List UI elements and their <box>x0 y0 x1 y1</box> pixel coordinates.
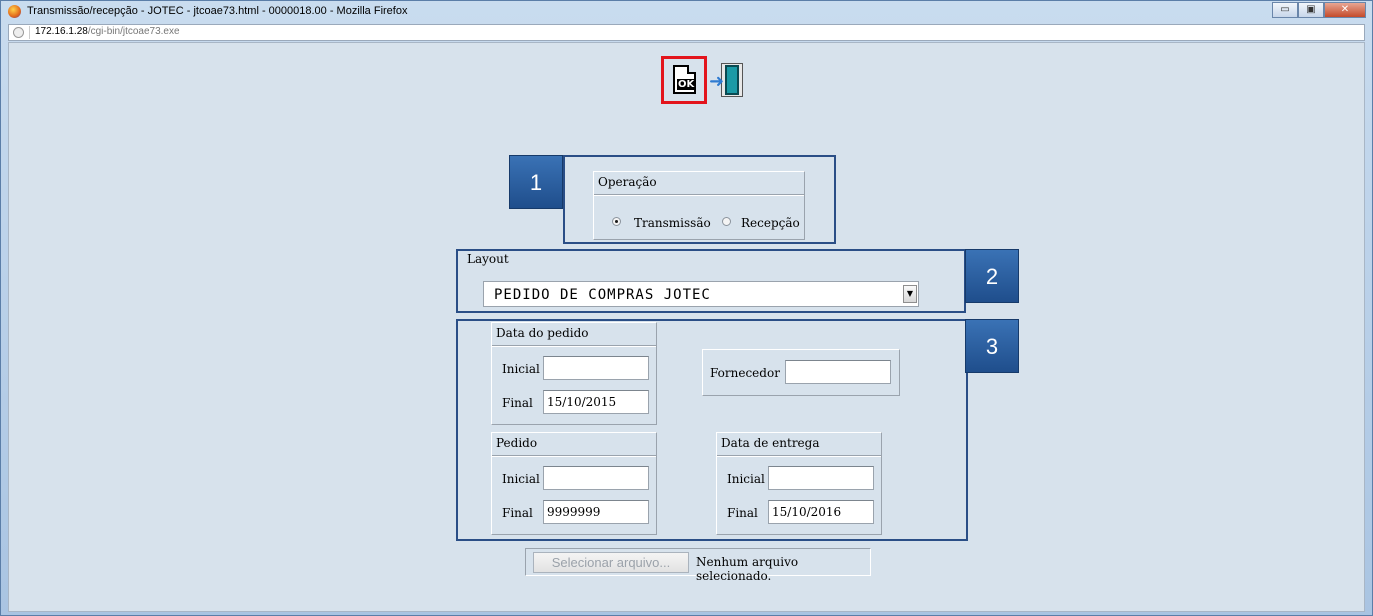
url-divider <box>29 26 30 39</box>
operacao-group: Operação Transmissão Recepção <box>593 171 805 240</box>
data-entrega-group: Data de entrega Inicial Final 15/10/2016 <box>716 432 882 535</box>
window-title: Transmissão/recepção - JOTEC - jtcoae73.… <box>27 5 408 17</box>
pedido-divider <box>492 455 656 457</box>
chevron-down-icon[interactable]: ▼ <box>903 285 917 303</box>
layout-select[interactable]: PEDIDO DE COMPRAS JOTEC ▼ <box>483 281 919 307</box>
fornecedor-input[interactable] <box>785 360 891 384</box>
select-file-button[interactable]: Selecionar arquivo... <box>533 552 689 573</box>
layout-title: Layout <box>467 252 509 266</box>
pedido-group: Pedido Inicial Final 9999999 <box>491 432 657 535</box>
exit-door-icon <box>725 65 739 95</box>
data-pedido-inicial-input[interactable] <box>543 356 649 380</box>
data-pedido-title: Data do pedido <box>496 326 589 340</box>
recepcao-label[interactable]: Recepção <box>741 216 800 230</box>
data-entrega-final-label: Final <box>727 506 758 520</box>
file-status-text: Nenhum arquivo selecionado. <box>696 555 799 583</box>
data-entrega-title: Data de entrega <box>721 436 820 450</box>
data-entrega-inicial-label: Inicial <box>727 472 765 486</box>
url-text[interactable]: 172.16.1.28/cgi-bin/jtcoae73.exe <box>35 26 180 37</box>
url-path: /cgi-bin/jtcoae73.exe <box>87 26 180 37</box>
radio-recepcao[interactable] <box>722 217 731 226</box>
pedido-title: Pedido <box>496 436 538 450</box>
address-bar[interactable]: 172.16.1.28/cgi-bin/jtcoae73.exe <box>8 24 1365 41</box>
data-entrega-final-input[interactable]: 15/10/2016 <box>768 500 874 524</box>
file-chooser: Selecionar arquivo... Nenhum arquivo sel… <box>525 548 871 583</box>
minimize-button[interactable]: ▭ <box>1272 2 1298 18</box>
data-pedido-final-input[interactable]: 15/10/2015 <box>543 390 649 414</box>
ok-document-icon: OK <box>673 65 696 94</box>
transmissao-label[interactable]: Transmissão <box>634 216 711 230</box>
data-pedido-group: Data do pedido Inicial Final 15/10/2015 <box>491 322 657 425</box>
browser-window: Transmissão/recepção - JOTEC - jtcoae73.… <box>0 0 1373 616</box>
close-button[interactable]: ✕ <box>1324 2 1366 18</box>
layout-selected-value: PEDIDO DE COMPRAS JOTEC <box>494 287 711 303</box>
site-identity-icon[interactable] <box>13 27 24 38</box>
window-controls: ▭ ▣ ✕ <box>1272 2 1366 19</box>
pedido-inicial-label: Inicial <box>502 472 540 486</box>
data-entrega-divider <box>717 455 881 457</box>
data-pedido-divider <box>492 345 656 347</box>
pedido-final-input[interactable]: 9999999 <box>543 500 649 524</box>
fornecedor-group: Fornecedor <box>702 349 900 396</box>
operacao-title: Operação <box>598 175 657 189</box>
exit-button[interactable]: ➜ <box>709 63 749 99</box>
data-pedido-final-label: Final <box>502 396 533 410</box>
pedido-inicial-input[interactable] <box>543 466 649 490</box>
ok-button[interactable]: OK <box>661 56 707 104</box>
fornecedor-label: Fornecedor <box>710 366 780 380</box>
page-content: OK ➜ 1 Operação Transmissão Recepção 2 L… <box>8 42 1365 612</box>
pedido-final-label: Final <box>502 506 533 520</box>
step-badge-1: 1 <box>509 155 563 209</box>
exit-arrow-icon: ➜ <box>709 71 725 92</box>
step-badge-3: 3 <box>965 319 1019 373</box>
data-entrega-inicial-input[interactable] <box>768 466 874 490</box>
maximize-button[interactable]: ▣ <box>1298 2 1324 18</box>
url-host: 172.16.1.28 <box>35 26 88 37</box>
ok-label: OK <box>677 79 696 90</box>
operacao-divider <box>594 194 804 196</box>
title-bar: Transmissão/recepção - JOTEC - jtcoae73.… <box>1 1 1372 23</box>
radio-transmissao[interactable] <box>612 217 621 226</box>
firefox-icon <box>8 5 21 18</box>
data-pedido-inicial-label: Inicial <box>502 362 540 376</box>
step-badge-2: 2 <box>965 249 1019 303</box>
